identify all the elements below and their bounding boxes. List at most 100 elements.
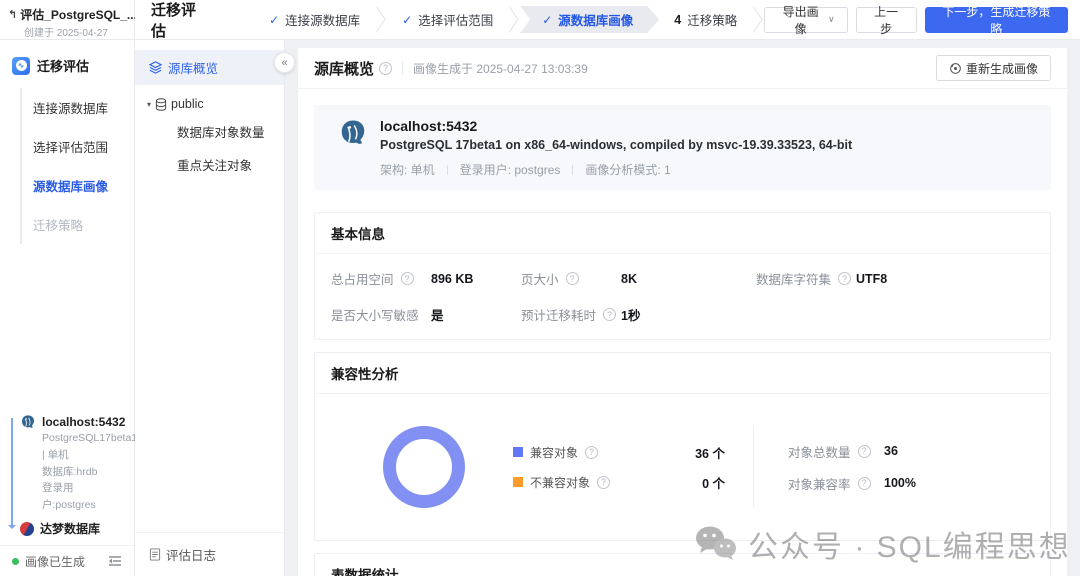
main-content: 源库概览 ? 画像生成于 2025-04-27 13:03:39 重新生成画像: [285, 40, 1080, 576]
divider: [572, 165, 573, 175]
assessment-log-button[interactable]: 评估日志: [135, 532, 284, 576]
step-source-profile[interactable]: ✓ 源数据库画像: [520, 6, 659, 33]
sidebar-item-connect-source[interactable]: 连接源数据库: [22, 88, 124, 127]
workspace-created-date: 创建于 2025-04-27: [24, 24, 126, 39]
workspace-title: 评估_PostgreSQL_...: [20, 6, 137, 23]
help-icon[interactable]: ?: [597, 476, 610, 489]
field-label: 总占用空间: [331, 269, 394, 288]
table-stats-title: 表数据统计: [315, 554, 1050, 576]
profile-status-bar: 画像已生成: [0, 545, 134, 576]
help-icon[interactable]: ?: [838, 272, 851, 285]
collapse-panel-icon[interactable]: [108, 555, 122, 567]
compatibility-title: 兼容性分析: [315, 353, 1050, 394]
field-total-space: 总占用空间? 896 KB: [331, 269, 521, 288]
regenerate-profile-button[interactable]: 重新生成画像: [936, 55, 1051, 81]
legend-swatch: [513, 447, 523, 457]
stat-label: 对象总数量: [788, 442, 851, 461]
target-db-name: 达梦数据库: [40, 520, 100, 537]
back-icon[interactable]: ↰: [8, 8, 17, 21]
divider: [447, 165, 448, 175]
instance-version: PostgreSQL 17beta1 on x86_64-windows, co…: [380, 138, 852, 152]
step-separator-icon: [508, 6, 520, 33]
field-label: 是否大小写敏感: [331, 305, 419, 324]
compatibility-stats: 对象总数量? 36 对象兼容率? 100%: [788, 442, 916, 493]
help-icon[interactable]: ?: [603, 308, 616, 321]
basic-info-title: 基本信息: [315, 213, 1050, 254]
postgresql-logo-icon: [20, 414, 36, 430]
sidebar-item-source-profile[interactable]: 源数据库画像: [22, 166, 124, 205]
instance-analysis-mode: 画像分析模式: 1: [585, 161, 670, 178]
basic-info-card: 基本信息 总占用空间? 896 KB 页大小? 8K: [314, 212, 1051, 340]
target-db-row[interactable]: 达梦数据库: [20, 520, 126, 537]
legend-label: 不兼容对象: [530, 474, 590, 491]
help-icon[interactable]: ?: [566, 272, 579, 285]
compatibility-card: 兼容性分析 兼容对象? 36 个: [314, 352, 1051, 541]
tree-item-object-count[interactable]: 数据库对象数量: [135, 115, 284, 148]
table-stats-card: 表数据统计 含大字段表? 0 个: [314, 553, 1051, 576]
help-icon[interactable]: ?: [401, 272, 414, 285]
source-db-row[interactable]: localhost:5432: [20, 414, 126, 430]
source-version: PostgreSQL17beta1 | 单机: [42, 430, 126, 464]
field-value: 是: [431, 305, 444, 324]
panel-header: 源库概览 ? 画像生成于 2025-04-27 13:03:39 重新生成画像: [298, 48, 1067, 89]
field-label: 数据库字符集: [756, 269, 831, 288]
help-icon[interactable]: ?: [858, 477, 871, 490]
field-label: 页大小: [521, 269, 559, 288]
left-sidebar: ↰ 评估_PostgreSQL_... ⌄ 创建于 2025-04-27 ∿ 迁…: [0, 0, 135, 576]
compatibility-legend: 兼容对象? 36 个 不兼容对象? 0 个: [513, 443, 725, 492]
tree-caret-icon[interactable]: ▾: [147, 100, 151, 109]
stat-value: 100%: [884, 476, 916, 490]
basic-info-fields: 总占用空间? 896 KB 页大小? 8K 数据库字符集?: [331, 269, 1034, 324]
legend-swatch: [513, 477, 523, 487]
overview-panel: 源库概览 ? 画像生成于 2025-04-27 13:03:39 重新生成画像: [298, 48, 1067, 576]
legend-label: 兼容对象: [530, 444, 578, 461]
collapse-icon: «: [281, 57, 287, 69]
compatibility-donut-chart: [383, 426, 465, 508]
step-scope[interactable]: ✓ 选择评估范围: [387, 6, 508, 33]
top-bar: 迁移评估 ✓ 连接源数据库 ✓ 选择评估范围 ✓ 源数据库画像 4: [135, 0, 1080, 40]
profile-generated-time: 画像生成于 2025-04-27 13:03:39: [413, 60, 588, 77]
step-migration-strategy[interactable]: 4 迁移策略: [659, 6, 752, 33]
sidebar-collapse-button[interactable]: «: [274, 52, 295, 73]
help-icon[interactable]: ?: [858, 445, 871, 458]
prev-step-button[interactable]: 上一步: [856, 7, 917, 33]
document-icon: [149, 548, 161, 561]
step-number: 4: [674, 13, 681, 27]
nav-step-list: 连接源数据库 选择评估范围 源数据库画像 迁移策略: [20, 88, 124, 244]
tree-overview-label: 源库概览: [168, 58, 218, 77]
step-connect-source[interactable]: ✓ 连接源数据库: [254, 6, 375, 33]
divider: [753, 426, 754, 508]
field-value: UTF8: [856, 272, 887, 286]
nav-title-row: ∿ 迁移评估: [12, 56, 124, 75]
help-icon[interactable]: ?: [585, 446, 598, 459]
export-profile-button[interactable]: 导出画像 ∨: [764, 7, 847, 33]
workspace-switcher[interactable]: ↰ 评估_PostgreSQL_... ⌄: [8, 6, 126, 23]
status-dot-icon: [12, 558, 19, 565]
topbar-actions: 导出画像 ∨ 上一步 下一步，生成迁移策略: [764, 7, 1068, 33]
legend-compatible: 兼容对象? 36 个: [513, 443, 725, 462]
instance-arch: 架构: 单机: [380, 161, 435, 178]
stat-compat-rate: 对象兼容率? 100%: [788, 474, 916, 493]
tree-node-public[interactable]: ▾ public: [135, 85, 284, 115]
next-step-button[interactable]: 下一步，生成迁移策略: [925, 7, 1068, 33]
connection-summary: localhost:5432 PostgreSQL17beta1 | 单机 数据…: [0, 414, 134, 545]
database-icon: [155, 98, 167, 111]
field-migration-time: 预计迁移耗时? 1秒: [521, 305, 756, 324]
check-icon: ✓: [269, 13, 279, 27]
tree-item-key-objects[interactable]: 重点关注对象: [135, 148, 284, 181]
check-icon: ✓: [402, 13, 412, 27]
help-icon[interactable]: ?: [379, 62, 392, 75]
tree-item-overview[interactable]: 源库概览: [135, 50, 284, 85]
field-value: 8K: [621, 272, 637, 286]
legend-value: 36 个: [695, 443, 725, 462]
sidebar-item-migration-strategy[interactable]: 迁移策略: [22, 205, 124, 244]
compatibility-chart-row: 兼容对象? 36 个 不兼容对象? 0 个: [331, 409, 1034, 525]
legend-value: 0 个: [702, 473, 725, 492]
nav-title: 迁移评估: [37, 56, 89, 75]
regenerate-icon: [949, 62, 962, 75]
source-host: localhost:5432: [42, 415, 125, 429]
sidebar-item-scope[interactable]: 选择评估范围: [22, 127, 124, 166]
dameng-logo-icon: [20, 522, 34, 536]
stat-value: 36: [884, 444, 898, 458]
step-label: 迁移策略: [687, 10, 737, 29]
